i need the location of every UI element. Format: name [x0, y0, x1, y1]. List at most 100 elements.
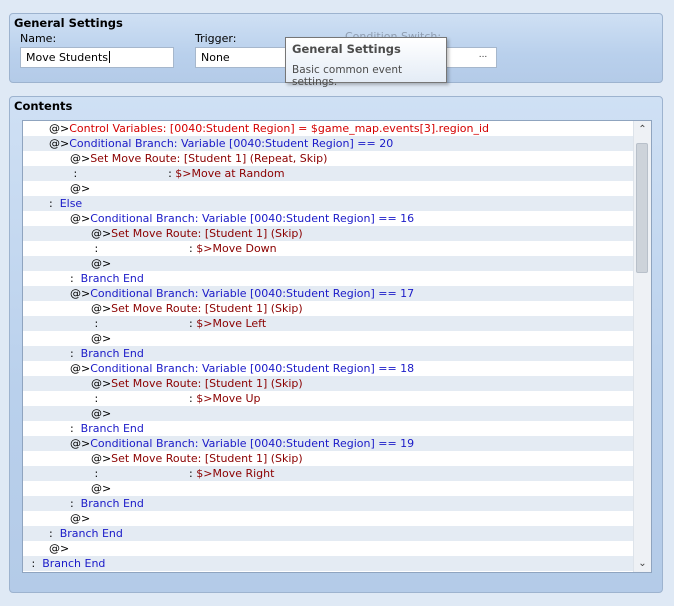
trigger-select-value: None	[201, 51, 230, 64]
command-indent	[28, 242, 94, 255]
command-row[interactable]: @>	[23, 541, 635, 556]
command-text: Set Move Route: [Student 1] (Skip)	[111, 452, 303, 465]
name-field-value: Move Students	[26, 51, 109, 64]
command-prefix: : :	[94, 392, 197, 405]
command-row[interactable]: : : $>Move Left	[23, 316, 635, 331]
command-prefix: :	[69, 422, 81, 435]
scrollbar-thumb[interactable]	[636, 143, 648, 273]
chevron-down-icon[interactable]: ⌄	[634, 555, 651, 572]
command-prefix: : :	[94, 317, 197, 330]
tooltip: General Settings Basic common event sett…	[285, 37, 447, 88]
vertical-scrollbar[interactable]: ⌃ ⌄	[633, 121, 651, 572]
command-indent	[28, 407, 91, 420]
contents-panel: Contents @>Control Variables: [0040:Stud…	[9, 96, 663, 593]
command-text: Branch End	[80, 272, 144, 285]
command-rows: @>Control Variables: [0040:Student Regio…	[23, 121, 635, 571]
command-indent	[28, 227, 91, 240]
command-prefix: @>	[69, 512, 91, 525]
command-row[interactable]: : Branch End	[23, 271, 635, 286]
command-row[interactable]: @>	[23, 181, 635, 196]
command-row[interactable]: : Branch End	[23, 346, 635, 361]
command-row[interactable]: @>Set Move Route: [Student 1] (Skip)	[23, 226, 635, 241]
command-row[interactable]: @>	[23, 406, 635, 421]
command-indent	[28, 317, 94, 330]
command-indent	[28, 197, 49, 210]
command-text: Branch End	[42, 557, 106, 570]
command-prefix: @>	[69, 362, 91, 375]
command-row[interactable]: @>	[23, 256, 635, 271]
general-settings-title: General Settings	[14, 16, 123, 30]
command-row[interactable]: @>Set Move Route: [Student 1] (Skip)	[23, 451, 635, 466]
command-prefix: @>	[90, 227, 112, 240]
command-text: Set Move Route: [Student 1] (Skip)	[111, 302, 303, 315]
command-row[interactable]: : Branch End	[23, 496, 635, 511]
command-prefix: @>	[69, 437, 91, 450]
command-row[interactable]: @>Conditional Branch: Variable [0040:Stu…	[23, 286, 635, 301]
command-indent	[28, 542, 49, 555]
command-text: Branch End	[80, 422, 144, 435]
command-indent	[28, 482, 91, 495]
name-label: Name:	[20, 32, 57, 45]
command-row[interactable]: @>	[23, 481, 635, 496]
command-indent	[28, 392, 94, 405]
command-prefix: :	[48, 527, 60, 540]
command-row[interactable]: @>	[23, 331, 635, 346]
command-prefix: @>	[69, 212, 91, 225]
command-text: $>Move at Random	[175, 167, 285, 180]
command-prefix: : :	[94, 242, 197, 255]
command-text: Conditional Branch: Variable [0040:Stude…	[90, 437, 415, 450]
command-text: Set Move Route: [Student 1] (Skip)	[111, 377, 303, 390]
command-prefix: :	[48, 197, 60, 210]
tooltip-body: Basic common event settings.	[292, 64, 403, 88]
command-row[interactable]: @>Control Variables: [0040:Student Regio…	[23, 121, 635, 136]
command-row[interactable]: @>Conditional Branch: Variable [0040:Stu…	[23, 211, 635, 226]
command-row[interactable]: : : $>Move Up	[23, 391, 635, 406]
command-indent	[28, 122, 49, 135]
command-indent	[28, 257, 91, 270]
event-command-list[interactable]: @>Control Variables: [0040:Student Regio…	[22, 120, 652, 573]
command-prefix: : :	[94, 467, 197, 480]
command-row[interactable]: @>Set Move Route: [Student 1] (Skip)	[23, 301, 635, 316]
command-prefix: @>	[48, 542, 70, 555]
command-text: $>Move Right	[196, 467, 275, 480]
command-text: Branch End	[80, 497, 144, 510]
command-indent	[28, 182, 70, 195]
condition-switch-browse-button[interactable]: ...	[473, 51, 493, 64]
command-text: Branch End	[80, 347, 144, 360]
command-prefix: :	[69, 272, 81, 285]
command-prefix: @>	[90, 452, 112, 465]
command-row[interactable]: : Branch End	[23, 421, 635, 436]
command-row[interactable]: : Branch End	[23, 556, 635, 571]
command-row[interactable]: : : $>Move at Random	[23, 166, 635, 181]
command-text: Conditional Branch: Variable [0040:Stude…	[90, 362, 415, 375]
command-indent	[28, 167, 73, 180]
command-indent	[28, 452, 91, 465]
trigger-label: Trigger:	[195, 32, 237, 45]
command-row[interactable]: : : $>Move Right	[23, 466, 635, 481]
command-row[interactable]: @>Conditional Branch: Variable [0040:Stu…	[23, 436, 635, 451]
command-row[interactable]: : : $>Move Down	[23, 241, 635, 256]
command-indent	[28, 512, 70, 525]
command-indent	[28, 287, 70, 300]
command-prefix: @>	[90, 377, 112, 390]
command-text: Else	[59, 197, 83, 210]
command-row[interactable]: : Branch End	[23, 526, 635, 541]
command-row[interactable]: @>Set Move Route: [Student 1] (Repeat, S…	[23, 151, 635, 166]
command-prefix: @>	[48, 137, 70, 150]
command-row[interactable]: @>Set Move Route: [Student 1] (Skip)	[23, 376, 635, 391]
command-prefix: @>	[69, 287, 91, 300]
contents-title: Contents	[14, 99, 73, 113]
command-text: $>Move Up	[196, 392, 261, 405]
chevron-up-icon[interactable]: ⌃	[634, 121, 651, 138]
command-row[interactable]: @>	[23, 511, 635, 526]
text-caret	[109, 51, 111, 63]
name-field[interactable]: Move Students	[20, 47, 174, 68]
command-row[interactable]: : Else	[23, 196, 635, 211]
command-indent	[28, 437, 70, 450]
command-prefix: @>	[90, 332, 112, 345]
command-text: $>Move Left	[196, 317, 267, 330]
command-prefix: :	[69, 497, 81, 510]
command-row[interactable]: @>Conditional Branch: Variable [0040:Stu…	[23, 136, 635, 151]
command-prefix: @>	[90, 407, 112, 420]
command-row[interactable]: @>Conditional Branch: Variable [0040:Stu…	[23, 361, 635, 376]
